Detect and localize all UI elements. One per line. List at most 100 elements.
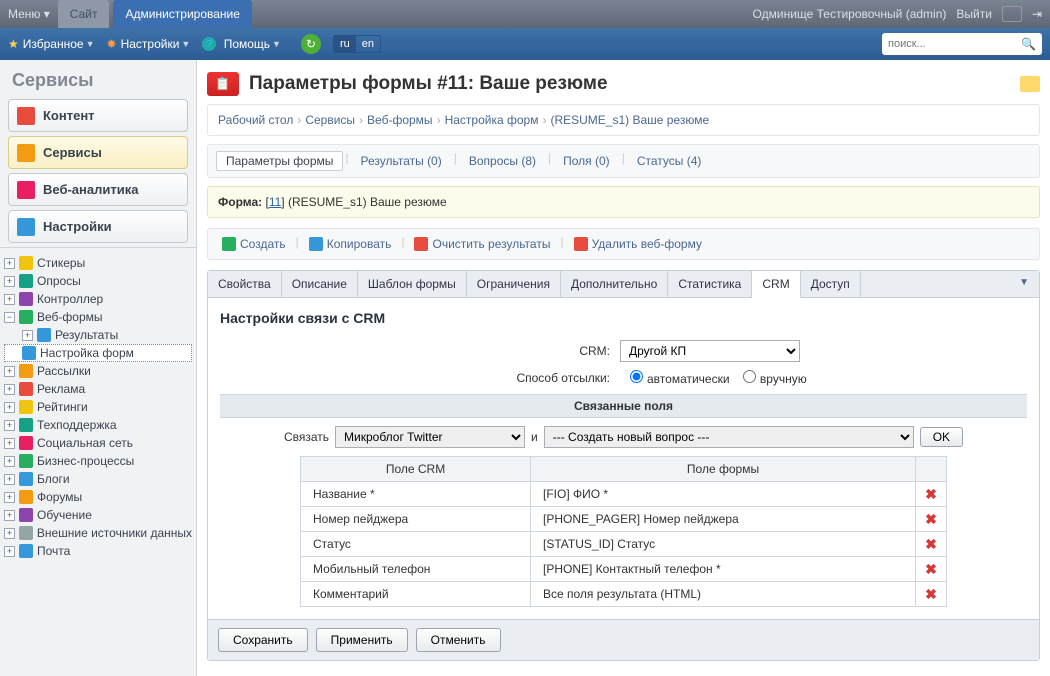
grid-row-3: Мобильный телефон[PHONE] Контактный теле… — [301, 556, 946, 581]
link-and: и — [531, 430, 538, 444]
delete-row-4[interactable]: ✖ — [925, 586, 937, 603]
subtab-0[interactable]: Параметры формы — [216, 151, 343, 171]
search-input[interactable] — [888, 38, 1021, 50]
send-auto-option[interactable]: автоматически — [620, 372, 730, 386]
crm-label: CRM: — [220, 344, 620, 358]
delete-row-0[interactable]: ✖ — [925, 486, 937, 503]
form-id-link[interactable]: 11 — [269, 195, 281, 209]
page-icon: 📋 — [207, 72, 239, 96]
context-help-icon[interactable] — [1020, 76, 1040, 92]
tree-item-10[interactable]: +Социальная сеть — [4, 434, 192, 452]
sidebar-btn-0[interactable]: Контент — [8, 99, 188, 132]
sidebar-btn-2[interactable]: Веб-аналитика — [8, 173, 188, 206]
panel-tab-Статистика[interactable]: Статистика — [668, 271, 752, 297]
panel-heading: Настройки связи с CRM — [220, 310, 1027, 326]
site-tab[interactable]: Сайт — [58, 0, 110, 28]
help-menu[interactable]: ? Помощь▼ — [202, 37, 281, 51]
tree-item-3[interactable]: −Веб-формы — [4, 308, 192, 326]
subtab-3[interactable]: Поля (0) — [553, 151, 620, 171]
sidebar-btn-3[interactable]: Настройки — [8, 210, 188, 243]
tree-item-7[interactable]: +Реклама — [4, 380, 192, 398]
panel-tab-Ограничения[interactable]: Ограничения — [467, 271, 561, 297]
breadcrumb: Рабочий стол›Сервисы›Веб-формы›Настройка… — [207, 104, 1040, 136]
delete-row-3[interactable]: ✖ — [925, 561, 937, 578]
panel-tab-Доступ[interactable]: Доступ — [801, 271, 861, 297]
send-manual-option[interactable]: вручную — [733, 372, 807, 386]
save-button[interactable]: Сохранить — [218, 628, 308, 652]
lang-switch: ru en — [333, 35, 381, 53]
breadcrumb-2[interactable]: Веб-формы — [367, 113, 433, 127]
grid-row-0: Название *[FIO] ФИО *✖ — [301, 481, 946, 506]
tree-item-1[interactable]: +Опросы — [4, 272, 192, 290]
search-box: 🔍 — [882, 33, 1042, 55]
tree-item-2[interactable]: +Контроллер — [4, 290, 192, 308]
refresh-icon[interactable]: ↻ — [301, 34, 321, 54]
user-label[interactable]: Одминище Тестировочный (admin) — [753, 7, 947, 21]
panel-tab-CRM[interactable]: CRM — [752, 271, 800, 298]
link-form-select[interactable]: --- Создать новый вопрос --- — [544, 426, 914, 448]
panel-tab-Свойства[interactable]: Свойства — [208, 271, 282, 297]
grid-head-crm: Поле CRM — [301, 457, 531, 481]
grid-head-form: Поле формы — [531, 457, 916, 481]
settings-menu[interactable]: ✹Настройки▼ — [107, 37, 191, 51]
panel-tab-Шаблон формы[interactable]: Шаблон формы — [358, 271, 467, 297]
grid-row-2: Статус[STATUS_ID] Статус✖ — [301, 531, 946, 556]
breadcrumb-1[interactable]: Сервисы — [305, 113, 355, 127]
panel-tab-Описание[interactable]: Описание — [282, 271, 358, 297]
admin-tab[interactable]: Администрирование — [113, 0, 251, 28]
pin-icon[interactable]: ⇥ — [1032, 7, 1042, 21]
menu-button[interactable]: Меню ▾ — [8, 7, 50, 21]
send-label: Способ отсылки: — [220, 371, 620, 385]
tree-item-14[interactable]: +Обучение — [4, 506, 192, 524]
link-label: Связать — [284, 430, 329, 444]
sidebar-btn-1[interactable]: Сервисы — [8, 136, 188, 169]
linked-fields-grid: Поле CRM Поле формы Название *[FIO] ФИО … — [300, 456, 947, 607]
tree-item-8[interactable]: +Рейтинги — [4, 398, 192, 416]
tree-item-13[interactable]: +Форумы — [4, 488, 192, 506]
action-3[interactable]: Удалить веб-форму — [568, 235, 708, 253]
crm-select[interactable]: Другой КП — [620, 340, 800, 362]
toolbar: ★Избранное▼ ✹Настройки▼ ? Помощь▼ ↻ ru e… — [0, 28, 1050, 60]
subtab-2[interactable]: Вопросы (8) — [459, 151, 546, 171]
action-0[interactable]: Создать — [216, 235, 292, 253]
tree-item-15[interactable]: +Внешние источники данных — [4, 524, 192, 542]
keyboard-icon[interactable] — [1002, 6, 1022, 22]
tree-item-0[interactable]: +Стикеры — [4, 254, 192, 272]
page-title: Параметры формы #11: Ваше резюме — [249, 73, 608, 95]
action-1[interactable]: Копировать — [303, 235, 398, 253]
lang-en[interactable]: en — [356, 36, 380, 52]
ok-button[interactable]: OK — [920, 427, 963, 447]
sidebar-heading: Сервисы — [0, 60, 196, 99]
subtab-4[interactable]: Статусы (4) — [627, 151, 712, 171]
breadcrumb-4: (RESUME_s1) Ваше резюме — [550, 113, 709, 127]
action-2[interactable]: Очистить результаты — [408, 235, 556, 253]
apply-button[interactable]: Применить — [316, 628, 408, 652]
panel-tab-Дополнительно[interactable]: Дополнительно — [561, 271, 668, 297]
search-icon[interactable]: 🔍 — [1021, 37, 1036, 51]
subtabs: Параметры формы|Результаты (0)|Вопросы (… — [207, 144, 1040, 178]
grid-row-1: Номер пейджера[PHONE_PAGER] Номер пейдже… — [301, 506, 946, 531]
cancel-button[interactable]: Отменить — [416, 628, 501, 652]
lang-ru[interactable]: ru — [334, 36, 356, 52]
tree-item-5[interactable]: Настройка форм — [4, 344, 192, 362]
link-crm-select[interactable]: Микроблог Twitter — [335, 426, 525, 448]
main-content: 📋 Параметры формы #11: Ваше резюме Рабоч… — [197, 60, 1050, 676]
tree-item-9[interactable]: +Техподдержка — [4, 416, 192, 434]
breadcrumb-0[interactable]: Рабочий стол — [218, 113, 293, 127]
breadcrumb-3[interactable]: Настройка форм — [445, 113, 539, 127]
tree-item-6[interactable]: +Рассылки — [4, 362, 192, 380]
form-info: Форма: [11] (RESUME_s1) Ваше резюме — [207, 186, 1040, 218]
topbar: Меню ▾ Сайт Администрирование Одминище Т… — [0, 0, 1050, 28]
tree-item-12[interactable]: +Блоги — [4, 470, 192, 488]
favorites-menu[interactable]: ★Избранное▼ — [8, 37, 95, 51]
panel-collapse-icon[interactable]: ▼ — [1009, 271, 1039, 297]
subtab-1[interactable]: Результаты (0) — [351, 151, 452, 171]
logout-link[interactable]: Выйти — [956, 7, 992, 21]
delete-row-2[interactable]: ✖ — [925, 536, 937, 553]
tree-item-16[interactable]: +Почта — [4, 542, 192, 560]
tree-item-11[interactable]: +Бизнес-процессы — [4, 452, 192, 470]
tree-item-4[interactable]: +Результаты — [4, 326, 192, 344]
settings-panel: СвойстваОписаниеШаблон формыОграниченияД… — [207, 270, 1040, 661]
linked-fields-heading: Связанные поля — [220, 394, 1027, 418]
delete-row-1[interactable]: ✖ — [925, 511, 937, 528]
